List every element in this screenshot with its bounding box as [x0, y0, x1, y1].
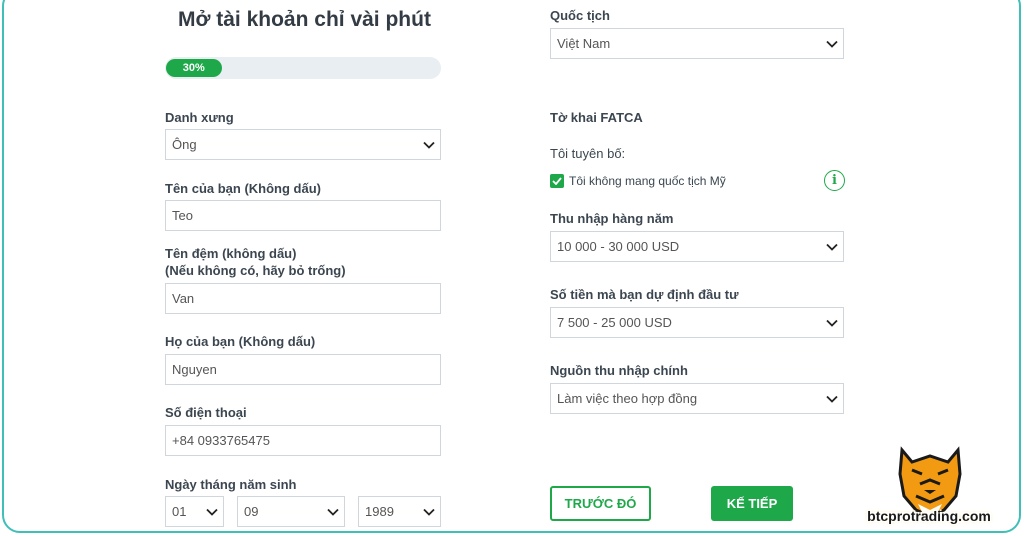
chevron-down-icon: [821, 232, 843, 261]
birth-year-value: 1989: [365, 504, 394, 519]
chevron-down-icon: [201, 497, 223, 526]
nationality-label: Quốc tịch: [550, 8, 610, 23]
birthdate-label: Ngày tháng năm sinh: [165, 477, 297, 492]
income-source-value: Làm việc theo hợp đồng: [557, 391, 698, 406]
previous-button[interactable]: TRƯỚC ĐÓ: [550, 486, 651, 521]
investment-amount-label: Số tiền mà bạn dự định đầu tư: [550, 287, 739, 302]
birth-month-value: 09: [244, 504, 259, 519]
nationality-select[interactable]: Việt Nam: [550, 28, 844, 59]
chevron-down-icon: [418, 497, 440, 526]
us-citizen-checkbox-label[interactable]: Tôi không mang quốc tịch Mỹ: [569, 174, 726, 188]
watermark-text: btcprotrading.com: [867, 508, 991, 524]
salutation-label: Danh xưng: [165, 110, 234, 125]
annual-income-select[interactable]: 10 000 - 30 000 USD: [550, 231, 844, 262]
chevron-down-icon: [821, 308, 843, 337]
page-title: Mở tài khoản chỉ vài phút: [178, 8, 431, 31]
investment-amount-value: 7 500 - 25 000 USD: [557, 315, 672, 330]
birth-day-select[interactable]: 01: [165, 496, 224, 527]
phone-label: Số điện thoại: [165, 405, 247, 420]
middle-name-label-line2: (Nếu không có, hãy bỏ trống): [165, 263, 346, 278]
middle-name-value: Van: [172, 291, 195, 306]
chevron-down-icon: [821, 384, 843, 413]
first-name-value: Teo: [172, 208, 193, 223]
last-name-field[interactable]: Nguyen: [165, 354, 441, 385]
phone-value: +84 0933765475: [172, 433, 270, 448]
info-icon[interactable]: i: [824, 170, 845, 191]
income-source-label: Nguồn thu nhập chính: [550, 363, 688, 378]
chevron-down-icon: [418, 130, 440, 159]
middle-name-field[interactable]: Van: [165, 283, 441, 314]
birth-year-select[interactable]: 1989: [358, 496, 441, 527]
fatca-declare-text: Tôi tuyên bố:: [550, 146, 626, 161]
salutation-select[interactable]: Ông: [165, 129, 441, 160]
us-citizen-checkbox[interactable]: [550, 174, 564, 188]
birth-month-select[interactable]: 09: [237, 496, 345, 527]
progress-fill: 30%: [166, 59, 222, 77]
income-source-select[interactable]: Làm việc theo hợp đồng: [550, 383, 844, 414]
salutation-value: Ông: [172, 137, 197, 152]
annual-income-value: 10 000 - 30 000 USD: [557, 239, 680, 254]
fatca-title: Tờ khai FATCA: [550, 110, 643, 125]
first-name-field[interactable]: Teo: [165, 200, 441, 231]
next-button[interactable]: KẾ TIẾP: [711, 486, 793, 521]
phone-field[interactable]: +84 0933765475: [165, 425, 441, 456]
nationality-value: Việt Nam: [557, 36, 611, 51]
investment-amount-select[interactable]: 7 500 - 25 000 USD: [550, 307, 844, 338]
last-name-value: Nguyen: [172, 362, 217, 377]
chevron-down-icon: [322, 497, 344, 526]
annual-income-label: Thu nhập hàng năm: [550, 211, 674, 226]
last-name-label: Họ của bạn (Không dấu): [165, 334, 316, 349]
check-icon: [552, 177, 562, 185]
middle-name-label-line1: Tên đệm (không dấu): [165, 246, 297, 261]
first-name-label: Tên của bạn (Không dấu): [165, 181, 321, 196]
progress-bar: 30%: [165, 57, 441, 79]
birth-day-value: 01: [172, 504, 187, 519]
chevron-down-icon: [821, 29, 843, 58]
